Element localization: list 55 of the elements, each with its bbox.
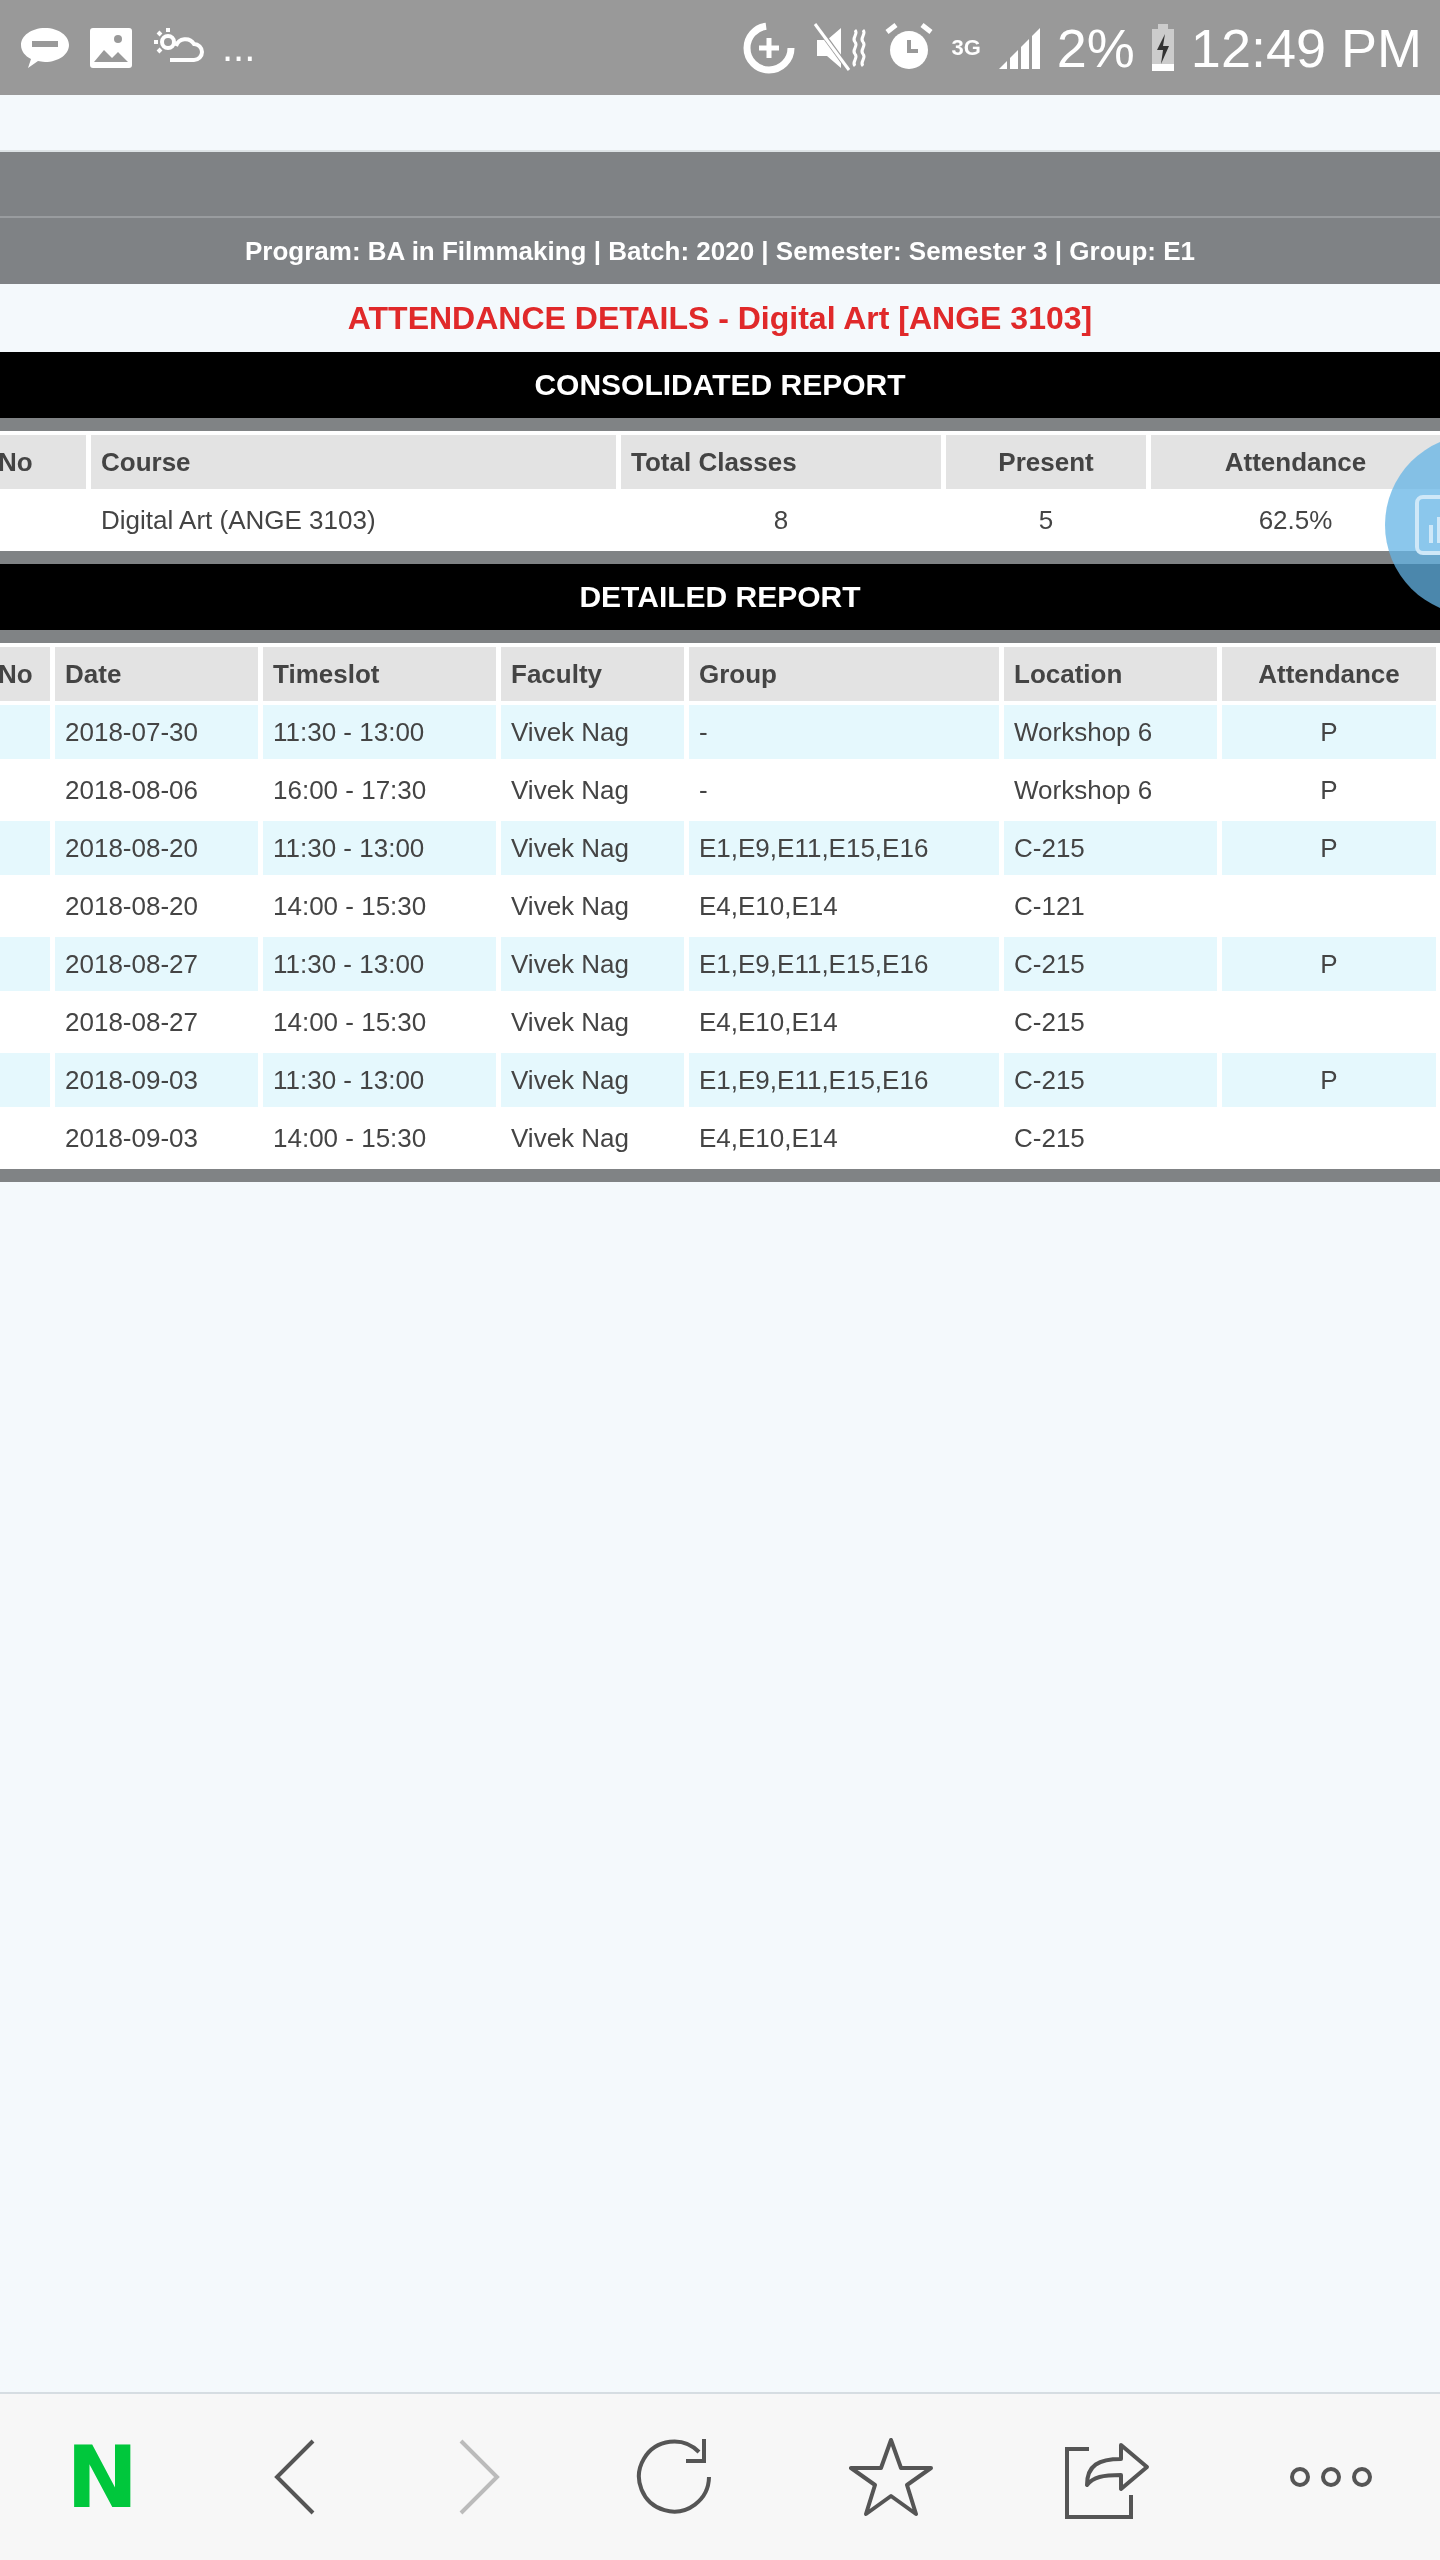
table-cell: P <box>1222 937 1436 991</box>
column-header: No <box>0 647 50 701</box>
table-cell: 11:30 - 13:00 <box>263 937 496 991</box>
table-cell: P <box>1222 705 1436 759</box>
battery-charging-icon <box>1150 23 1175 72</box>
page-title: ATTENDANCE DETAILS - Digital Art [ANGE 3103] <box>347 299 1093 337</box>
chart-icon <box>1415 495 1440 555</box>
table-cell: E1,E9,E11,E15,E16 <box>689 937 999 991</box>
table-cell: C-215 <box>1004 821 1217 875</box>
more-notifications: ... <box>222 25 256 70</box>
table-cell: E1,E9,E11,E15,E16 <box>689 821 999 875</box>
table-cell: Vivek Nag <box>501 821 684 875</box>
clock: 12:49 PM <box>1190 16 1422 79</box>
empty-cell <box>0 821 50 875</box>
table-cell: P <box>1222 821 1436 875</box>
column-header: No <box>0 435 86 489</box>
table-cell: C-215 <box>1004 937 1217 991</box>
table-cell: - <box>689 705 999 759</box>
table-cell: 11:30 - 13:00 <box>263 705 496 759</box>
battery-percent: 2% <box>1056 16 1135 79</box>
column-header: Date <box>55 647 258 701</box>
browser-logo[interactable]: N <box>66 2434 139 2520</box>
table-cell: Vivek Nag <box>501 937 684 991</box>
table-cell: 2018-08-27 <box>55 937 258 991</box>
column-header: Faculty <box>501 647 684 701</box>
column-header: Attendance <box>1151 435 1440 489</box>
table-cell: E1,E9,E11,E15,E16 <box>689 1053 999 1107</box>
table-cell: 2018-09-03 <box>55 1053 258 1107</box>
section-heading: CONSOLIDATED REPORT <box>534 368 906 402</box>
table-cell: P <box>1222 1053 1436 1107</box>
column-header: Total Classes <box>621 435 941 489</box>
column-header: Present <box>946 435 1146 489</box>
empty-cell <box>0 937 50 991</box>
table-cell: C-215 <box>1004 1053 1217 1107</box>
program-info: Program: BA in Filmmaking | Batch: 2020 | Semester: Semester 3 | Group: E1 <box>245 235 1195 267</box>
table-cell: Vivek Nag <box>501 705 684 759</box>
table-cell: 11:30 - 13:00 <box>263 1053 496 1107</box>
image-icon <box>88 25 134 70</box>
empty-cell <box>0 1053 50 1107</box>
column-header: Attendance <box>1222 647 1436 701</box>
table-cell: Workshop 6 <box>1004 705 1217 759</box>
bookmark-star-icon[interactable] <box>848 2437 933 2517</box>
section-heading: DETAILED REPORT <box>579 580 861 614</box>
column-header: Location <box>1004 647 1217 701</box>
table-cell: Vivek Nag <box>501 1053 684 1107</box>
network-type: 3G <box>951 36 981 59</box>
column-header: Group <box>689 647 999 701</box>
column-header: Course <box>91 435 616 489</box>
column-header: Timeslot <box>263 647 496 701</box>
more-icon[interactable] <box>1287 2465 1374 2489</box>
table-cell: 2018-07-30 <box>55 705 258 759</box>
table-cell: 11:30 - 13:00 <box>263 821 496 875</box>
mute-icon <box>813 21 868 74</box>
empty-cell <box>0 705 50 759</box>
table-cell: 2018-08-20 <box>55 821 258 875</box>
